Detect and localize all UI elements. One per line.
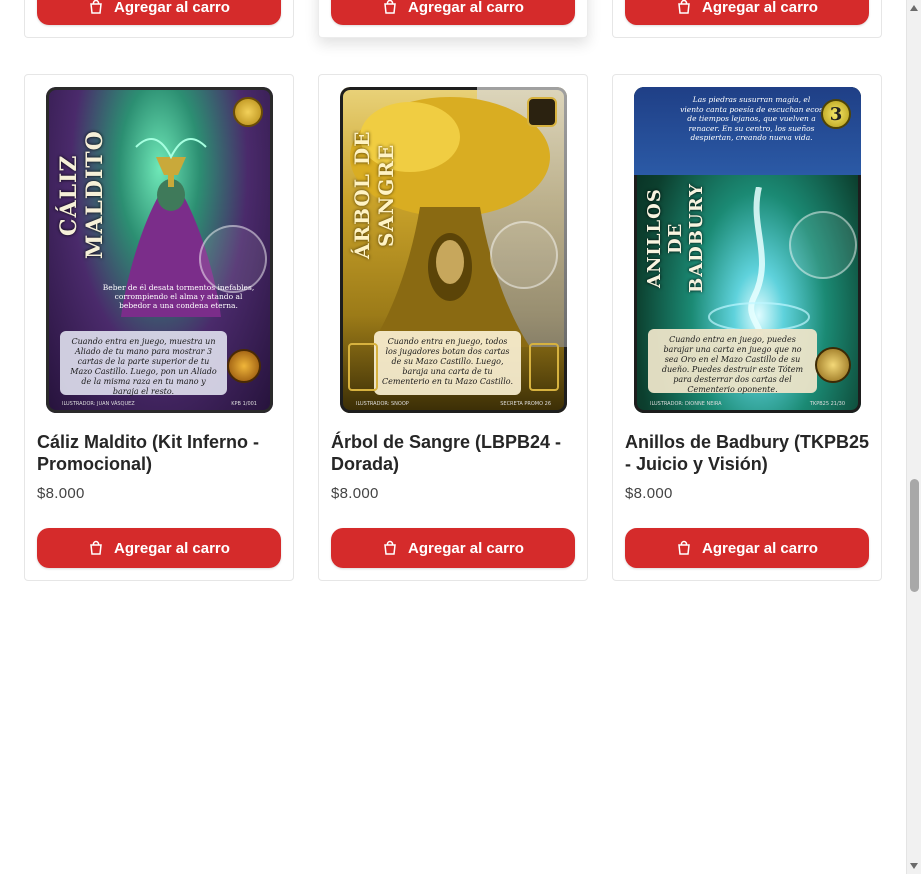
card-art-flavor: Las piedras susurran magia, el viento ca…	[680, 95, 823, 142]
card-art-title: ANILLOS DE BADBURY	[644, 183, 707, 293]
product-price: $8.000	[625, 485, 673, 502]
product-image[interactable]: ÁRBOL DE SANGRE Cuando entra en juego, t…	[340, 87, 567, 413]
product-image[interactable]: Las piedras susurran magia, el viento ca…	[634, 87, 861, 413]
add-to-cart-button[interactable]: Agregar al carro	[37, 528, 281, 568]
product-price: $8.000	[331, 485, 379, 502]
card-art-text: Cuando entra en juego, puedes barajar un…	[648, 329, 817, 394]
product-title[interactable]: Árbol de Sangre (LBPB24 - Dorada)	[331, 431, 577, 475]
scroll-thumb[interactable]	[910, 479, 919, 592]
add-to-cart-button[interactable]: Agregar al carro	[625, 0, 869, 25]
product-card-partial: Agregar al carro	[612, 0, 882, 38]
product-card: Las piedras susurran magia, el viento ca…	[612, 74, 882, 581]
relic-cost-icon	[527, 97, 557, 127]
card-art-code: KPB 1/001	[231, 401, 257, 407]
product-card: CÁLIZ MALDITO Beber de él desata torment…	[24, 74, 294, 581]
race-emblem-icon	[227, 349, 261, 383]
shopping-bag-icon	[90, 540, 102, 555]
product-grid: Agregar al carro Agregar al carro Agrega…	[0, 0, 906, 874]
scroll-up-arrow-icon[interactable]	[910, 5, 918, 11]
watermark-seal	[789, 211, 857, 279]
gold-cost-icon	[233, 97, 263, 127]
shopping-bag-icon	[678, 0, 690, 14]
shopping-bag-icon	[90, 0, 102, 14]
card-art-illustrator: ILUSTRADOR: JUAN VÁSQUEZ	[62, 401, 135, 407]
card-art-title: ÁRBOL DE SANGRE	[350, 130, 398, 260]
ornament-right-icon	[529, 343, 559, 391]
ornament-left-icon	[348, 343, 378, 391]
add-to-cart-label: Agregar al carro	[114, 0, 230, 16]
card-art-footer: ILUSTRADOR: DIONNE NEIRA TKPB25 21/30	[650, 399, 845, 409]
watermark-seal	[490, 221, 558, 289]
card-art-code: TKPB25 21/30	[809, 401, 845, 407]
card-art-footer: ILUSTRADOR: SNOOP SECRETA PROMO 26	[356, 399, 551, 409]
totem-emblem-icon	[815, 347, 851, 383]
card-art-illustrator: ILUSTRADOR: DIONNE NEIRA	[650, 401, 722, 407]
product-image[interactable]: CÁLIZ MALDITO Beber de él desata torment…	[46, 87, 273, 413]
gold-cost-icon: 3	[821, 99, 851, 129]
product-title[interactable]: Anillos de Badbury (TKPB25 - Juicio y Vi…	[625, 431, 871, 475]
add-to-cart-label: Agregar al carro	[408, 0, 524, 16]
add-to-cart-label: Agregar al carro	[702, 0, 818, 16]
watermark-seal	[199, 225, 267, 293]
shopping-bag-icon	[384, 540, 396, 555]
add-to-cart-button[interactable]: Agregar al carro	[331, 528, 575, 568]
add-to-cart-button[interactable]: Agregar al carro	[37, 0, 281, 25]
add-to-cart-button[interactable]: Agregar al carro	[331, 0, 575, 25]
product-card-partial: Agregar al carro	[24, 0, 294, 38]
scroll-down-arrow-icon[interactable]	[910, 863, 918, 869]
product-card: ÁRBOL DE SANGRE Cuando entra en juego, t…	[318, 74, 588, 581]
card-art-text: Cuando entra en juego, todos los jugador…	[374, 331, 521, 395]
add-to-cart-label: Agregar al carro	[702, 539, 818, 557]
card-art-illustrator: ILUSTRADOR: SNOOP	[356, 401, 409, 407]
product-price: $8.000	[37, 485, 85, 502]
shopping-bag-icon	[678, 540, 690, 555]
product-card-partial: Agregar al carro	[318, 0, 588, 38]
card-art-text: Cuando entra en juego, muestra un Aliado…	[60, 331, 227, 396]
vertical-scrollbar[interactable]	[906, 0, 921, 874]
card-art-footer: ILUSTRADOR: JUAN VÁSQUEZ KPB 1/001	[62, 399, 257, 409]
add-to-cart-label: Agregar al carro	[408, 539, 524, 557]
card-art-code: SECRETA PROMO 26	[500, 401, 551, 407]
add-to-cart-label: Agregar al carro	[114, 539, 230, 557]
card-art-title: CÁLIZ MALDITO	[56, 130, 108, 260]
shopping-bag-icon	[384, 0, 396, 14]
add-to-cart-button[interactable]: Agregar al carro	[625, 528, 869, 568]
product-title[interactable]: Cáliz Maldito (Kit Inferno - Promocional…	[37, 431, 283, 475]
